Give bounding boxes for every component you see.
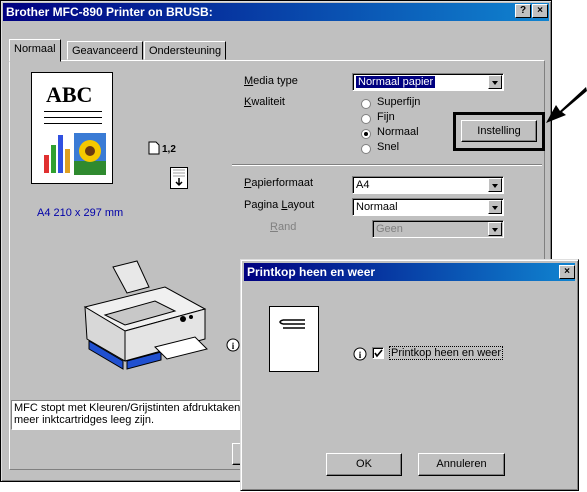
- info-icon: i: [353, 347, 367, 361]
- tab-label: Normaal: [14, 43, 56, 55]
- help-button[interactable]: ?: [515, 4, 531, 18]
- media-type-select[interactable]: Normaal papier: [352, 73, 504, 91]
- bar-chart-image: [44, 135, 70, 173]
- pointer-arrow-icon: [546, 87, 587, 123]
- tab-normaal[interactable]: Normaal: [9, 39, 61, 62]
- dropdown-arrow-icon[interactable]: [488, 75, 502, 89]
- page-layout-label: Pagina Layout: [244, 199, 315, 211]
- page-layout-select[interactable]: Normaal: [352, 198, 504, 216]
- status-message-line: MFC stopt met Kleuren/Grijstinten afdruk…: [14, 402, 241, 414]
- window-title: Brother MFC-890 Printer on BRUSB:: [3, 3, 549, 21]
- page-icon: [269, 306, 319, 372]
- checkmark-icon: [374, 349, 383, 358]
- close-button[interactable]: ×: [532, 4, 548, 18]
- annuleren-button[interactable]: Annuleren: [418, 453, 505, 476]
- paper-preview: ABC: [31, 72, 113, 184]
- printkop-checkbox[interactable]: [372, 347, 384, 359]
- radio-label: Normaal: [377, 126, 419, 138]
- instelling-button[interactable]: Instelling: [461, 120, 537, 142]
- arrow-down-icon: [170, 167, 188, 189]
- page-layout-value: Normaal: [356, 201, 398, 213]
- dropdown-arrow-icon[interactable]: [488, 200, 502, 214]
- radio-label: Fijn: [377, 111, 395, 123]
- dialog-title: Printkop heen en weer: [244, 263, 575, 281]
- text-line: [44, 111, 102, 112]
- radio-normaal[interactable]: [361, 129, 371, 139]
- info-icon: i: [226, 338, 240, 352]
- tab-label: Geavanceerd: [72, 45, 139, 57]
- tab-ondersteuning[interactable]: Ondersteuning: [144, 41, 227, 60]
- media-type-value: Normaal papier: [356, 76, 436, 88]
- text-line: [44, 123, 102, 124]
- media-type-label: Media type: [244, 75, 298, 87]
- status-message-box: MFC stopt met Kleuren/Grijstinten afdruk…: [11, 400, 271, 430]
- separator: [232, 164, 542, 166]
- dropdown-arrow-icon[interactable]: [488, 178, 502, 192]
- tab-geavanceerd[interactable]: Geavanceerd: [67, 41, 144, 60]
- printer-icon: [83, 260, 208, 370]
- printkop-dialog: Printkop heen en weer × i Printkop heen …: [240, 259, 579, 491]
- ok-button[interactable]: OK: [326, 453, 402, 476]
- paper-size-text: A4 210 x 297 mm: [37, 207, 124, 219]
- quality-label: Kwaliteit: [244, 96, 285, 108]
- paper-size-select[interactable]: A4: [352, 176, 504, 194]
- abc-text: ABC: [46, 82, 93, 107]
- text-line: [44, 117, 102, 118]
- radio-snel[interactable]: [361, 144, 371, 154]
- dropdown-arrow-icon: [488, 222, 502, 236]
- radio-fijn[interactable]: [361, 114, 371, 124]
- page-icon: [148, 141, 160, 155]
- radio-label: Superfijn: [377, 96, 421, 108]
- radio-label: Snel: [377, 141, 400, 153]
- checkbox-label[interactable]: Printkop heen en weer: [389, 346, 504, 360]
- paper-size-value: A4: [356, 179, 370, 191]
- dialog-close-button[interactable]: ×: [559, 265, 575, 279]
- copies-label: 1,2: [162, 144, 176, 155]
- border-select[interactable]: Geen: [372, 220, 504, 238]
- border-value: Geen: [376, 223, 403, 235]
- border-label: Rand: [270, 221, 297, 233]
- sunflower-image: [74, 133, 106, 175]
- radio-superfijn[interactable]: [361, 99, 371, 109]
- tab-label: Ondersteuning: [149, 45, 222, 57]
- paper-size-label: Papierformaat: [244, 177, 314, 189]
- status-message-line: meer inktcartridges leeg zijn.: [14, 414, 155, 426]
